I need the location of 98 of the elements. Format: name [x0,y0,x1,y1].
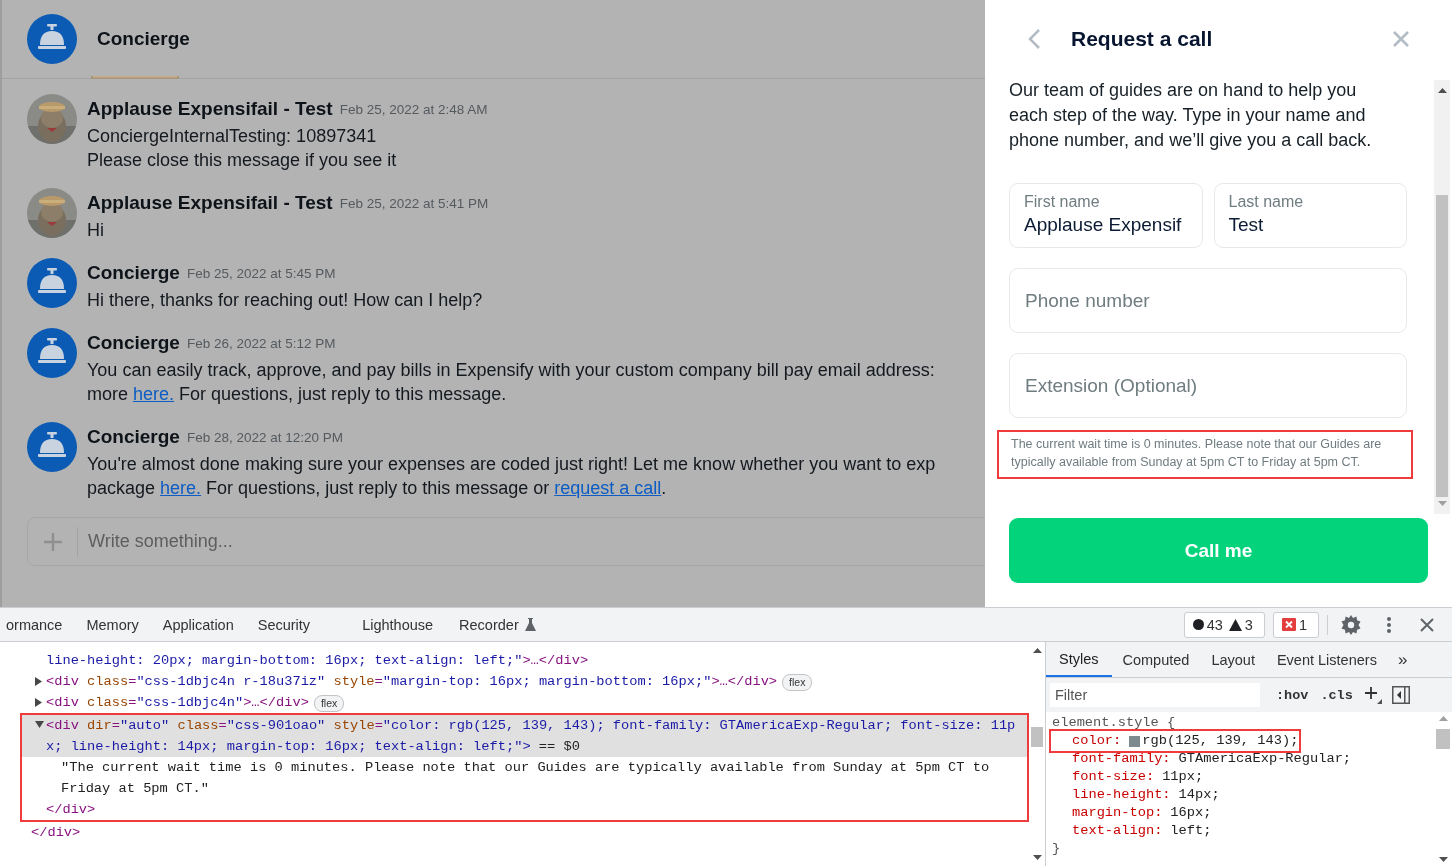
message-text: For questions, just reply to this message or [205,478,551,498]
dom-node[interactable]: "The current wait time is 0 minutes. Please note that our Guides are typically available from Sunday at 5pm CT to Friday at 5pm CT." [61,757,1023,799]
scroll-thumb[interactable] [1031,727,1043,747]
plus-icon [42,531,63,552]
flex-badge[interactable]: flex [782,674,813,691]
chat-title: Concierge [97,28,190,50]
css-property: color: [1072,732,1122,750]
warning-icon [1228,618,1242,631]
more-tabs-button[interactable]: » [1387,642,1418,677]
dom-node[interactable]: <div class="css-1dbjc4n r-18u37iz" style="margin-top: 16px; margin-bottom: 16px;">…</div> [46,671,778,692]
devtools-tab[interactable]: Application [150,608,246,641]
filter-field[interactable]: Filter [1050,683,1260,707]
css-brace: } [1052,840,1062,858]
kebab-icon [1387,616,1391,633]
dot-icon [1192,619,1204,630]
timestamp: Feb 25, 2022 at 2:48 AM [339,101,488,117]
concierge-bell-icon [27,258,77,308]
css-selector: element.style { [1052,714,1177,732]
css-value: 14px; [1178,786,1220,804]
scroll-thumb[interactable] [1436,729,1450,749]
css-value: rgb(125, 139, 143); [1142,732,1299,750]
concierge-bell-icon [27,422,77,472]
intro-text: Our team of guides are on hand to help you each step of the way. Type in your name and phone number, and we’ll give you a call back. [1009,79,1373,152]
author-name: Concierge [87,262,180,284]
scroll-up-icon [1437,88,1447,93]
scroll-up-icon [1032,648,1042,653]
text-field[interactable]: Phone number [1009,268,1407,333]
text-field[interactable]: Extension (Optional) [1009,353,1407,418]
text-field[interactable]: Last name Test [1213,183,1407,248]
timestamp: Feb 26, 2022 at 5:12 PM [186,335,336,351]
close-icon [1392,30,1410,48]
close-icon [1420,617,1434,632]
timestamp: Feb 25, 2022 at 5:45 PM [186,265,336,281]
scroll-up-icon [1438,716,1448,721]
css-property: line-height: [1072,786,1171,804]
color-swatch[interactable] [1129,735,1141,747]
message-text: ConciergeInternalTesting: 10897341 [87,125,378,148]
author-name: Applause Expensifail - Test [87,98,333,120]
css-property: font-size: [1072,768,1155,786]
css-property: font-family: [1072,750,1171,768]
devtools-tab[interactable]: Memory [74,608,151,641]
panel-title: Request a call [1071,27,1214,51]
scrollbar[interactable] [1434,80,1450,514]
message-text: For questions, just reply to this message. [178,384,507,404]
css-value: GTAmericaExp-Regular; [1178,750,1352,768]
message-text: . [661,478,667,498]
errors-counter[interactable]: 1 [1272,611,1319,638]
author-name: Applause Expensifail - Test [87,192,333,214]
text-field[interactable]: First name Applause Expensif [1009,183,1203,248]
field-label: First name [1024,193,1101,211]
field-label: Last name [1228,193,1305,211]
dom-node[interactable]: line-height: 20px; margin-bottom: 16px; text-align: left;">…</div> [46,650,589,671]
css-value: left; [1170,822,1212,840]
message-text: package [87,478,157,498]
css-value: 11px; [1162,768,1204,786]
styles-tab[interactable]: Event Listeners [1265,642,1388,677]
message-text: Please close this message if you see it [87,149,398,172]
styles-tab[interactable]: Computed [1111,642,1201,677]
css-property: margin-top: [1072,804,1163,822]
author-name: Concierge [87,332,180,354]
error-icon [1281,618,1296,631]
devtools-tab[interactable]: Lighthouse [322,608,448,641]
concierge-bell-icon [27,328,77,378]
devtools-tab[interactable]: Security [245,608,323,641]
issues-counter[interactable]: 43 3 [1183,611,1265,638]
styles-tab[interactable]: Layout [1200,642,1266,677]
message-field[interactable]: Write something... [88,531,388,552]
devtools-tab[interactable]: Recorder [447,608,548,641]
filter-toggle[interactable]: :hov [1272,687,1313,703]
message-text: You can easily track, approve, and pay bills in Expensify with your custom company bill pay email address: [87,359,935,382]
plus-icon [1363,686,1382,704]
scroll-down-icon [1032,855,1042,860]
scroll-thumb[interactable] [1436,195,1448,497]
chevron-left-icon [1027,28,1041,50]
sidebar-icon [1391,686,1410,704]
dom-node[interactable]: </div> [31,822,81,843]
css-property: text-align: [1072,822,1163,840]
concierge-bell-icon [27,14,77,64]
filter-toggle[interactable]: .cls [1316,687,1357,703]
message-text: You're almost done making sure your expenses are coded just right! Let me know whether you want to exp [87,453,936,476]
devtools-tab[interactable]: ormance [0,608,75,641]
css-value: 16px; [1170,804,1212,822]
author-name: Concierge [87,426,180,448]
flask-icon [524,618,536,631]
flex-badge[interactable]: flex [313,695,345,712]
scroll-down-icon [1438,857,1448,862]
wait-time-note: The current wait time is 0 minutes. Please note that our Guides are typically available from Sunday at 5pm CT to Friday at 5pm CT. [997,430,1413,479]
settings-icon [1341,614,1361,635]
field-input[interactable]: Applause Expensif [1024,214,1188,236]
field-input[interactable]: Test [1228,214,1392,236]
dom-node[interactable]: <div class="css-1dbjc4n">…</div> [46,692,309,713]
scroll-down-icon [1437,501,1447,506]
message-text: Hi there, thanks for reaching out! How can I help? [87,289,483,312]
message-text: Hi [87,219,105,242]
dom-node[interactable]: </div> [46,799,96,820]
message-text: more [87,384,129,404]
timestamp: Feb 28, 2022 at 12:20 PM [186,429,344,445]
timestamp: Feb 25, 2022 at 5:41 PM [339,195,489,211]
